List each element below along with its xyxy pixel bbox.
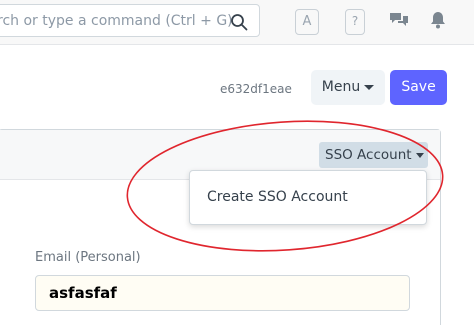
- chat-icon[interactable]: [389, 11, 409, 29]
- user-avatar[interactable]: A: [295, 9, 319, 35]
- search-icon[interactable]: [230, 13, 248, 31]
- sso-account-label: SSO Account: [325, 147, 412, 163]
- help-button[interactable]: ?: [345, 9, 365, 35]
- dropdown-item-create-sso-account[interactable]: Create SSO Account: [207, 189, 348, 205]
- sso-dropdown-menu: Create SSO Account: [189, 170, 427, 225]
- search-input[interactable]: rch or type a command (Ctrl + G): [0, 13, 233, 29]
- document-id: e632df1eae: [220, 82, 292, 96]
- save-button[interactable]: Save: [390, 70, 447, 105]
- email-personal-label: Email (Personal): [35, 250, 141, 265]
- caret-down-icon: [364, 84, 375, 90]
- menu-button-label: Menu: [321, 79, 361, 95]
- caret-down-icon: [415, 152, 424, 158]
- sso-account-button[interactable]: SSO Account: [319, 142, 428, 168]
- bell-icon[interactable]: [430, 11, 446, 29]
- navbar: rch or type a command (Ctrl + G) A ?: [0, 0, 474, 45]
- search-bar[interactable]: rch or type a command (Ctrl + G): [0, 4, 260, 37]
- email-personal-field[interactable]: asfasfaf: [35, 275, 410, 311]
- menu-button[interactable]: Menu: [311, 70, 385, 105]
